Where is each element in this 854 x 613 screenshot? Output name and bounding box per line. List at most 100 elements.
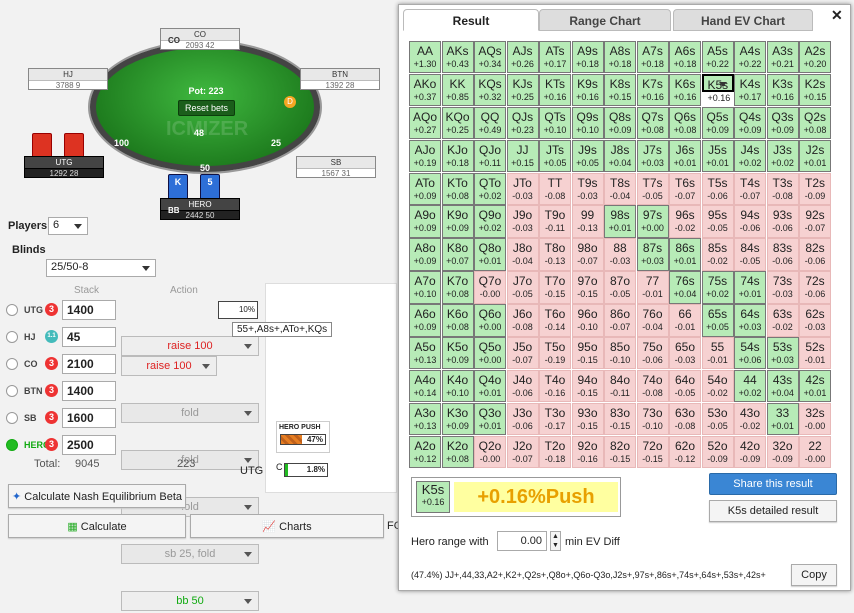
hand-cell[interactable]: Q6o +0.00 bbox=[474, 304, 506, 337]
hand-cell[interactable]: 99 -0.13 bbox=[571, 205, 604, 238]
hand-cell[interactable]: J9o -0.03 bbox=[506, 205, 539, 238]
hand-cell[interactable]: A8s +0.18 bbox=[604, 41, 636, 74]
hand-cell[interactable]: KJs +0.25 bbox=[506, 73, 539, 107]
hand-cell[interactable]: AKo +0.37 bbox=[409, 73, 441, 107]
range-pct[interactable]: 10% bbox=[218, 301, 258, 319]
hand-cell[interactable]: K2o +0.08 bbox=[441, 435, 474, 469]
hand-cell[interactable]: K6o +0.08 bbox=[441, 304, 474, 337]
hand-cell[interactable]: 84s -0.05 bbox=[734, 238, 766, 271]
hand-cell[interactable]: 93s -0.06 bbox=[766, 205, 799, 238]
hand-cell[interactable]: 73s -0.03 bbox=[766, 271, 799, 304]
hand-cell[interactable]: 32s -0.00 bbox=[799, 402, 831, 436]
hand-cell[interactable]: 93o -0.15 bbox=[571, 402, 604, 436]
hand-cell[interactable]: 94o -0.15 bbox=[571, 369, 604, 403]
hand-cell[interactable]: J3o -0.06 bbox=[506, 402, 539, 436]
hand-cell[interactable]: 32o -0.09 bbox=[766, 435, 799, 469]
hand-cell[interactable]: T2o -0.18 bbox=[539, 435, 571, 469]
hand-cell[interactable]: Q8o +0.01 bbox=[474, 238, 506, 271]
hand-cell[interactable]: J2o -0.07 bbox=[506, 435, 539, 469]
hand-cell[interactable]: T6s -0.07 bbox=[669, 172, 701, 205]
action-select[interactable]: bb 50 bbox=[121, 591, 259, 611]
hand-cell[interactable]: 63s -0.02 bbox=[766, 304, 799, 337]
hand-cell[interactable]: T9s -0.03 bbox=[571, 172, 604, 205]
seat-sb[interactable]: SB 1567 31 bbox=[296, 156, 376, 178]
hand-cell[interactable]: AJs +0.26 bbox=[506, 41, 539, 74]
hand-cell[interactable]: K5o +0.09 bbox=[441, 337, 474, 370]
seat-radio[interactable] bbox=[6, 412, 18, 424]
seat-utg[interactable]: UTG 1292 28 bbox=[24, 156, 104, 178]
hand-cell[interactable]: 82s -0.06 bbox=[799, 238, 831, 271]
hand-cell[interactable]: A7s +0.18 bbox=[636, 41, 669, 74]
hand-cell[interactable]: Q4o +0.01 bbox=[474, 369, 506, 403]
hand-cell[interactable]: 83s -0.06 bbox=[766, 238, 799, 271]
hand-cell[interactable]: KK +0.85 bbox=[441, 73, 474, 107]
hand-cell[interactable]: A7o +0.10 bbox=[409, 271, 441, 304]
hand-cell[interactable]: 72o -0.15 bbox=[636, 435, 669, 469]
hand-cell[interactable]: 98o -0.07 bbox=[571, 238, 604, 271]
hand-cell[interactable]: A8o +0.09 bbox=[409, 238, 441, 271]
hand-cell[interactable]: 52s -0.01 bbox=[799, 337, 831, 370]
hand-cell[interactable]: Q2s +0.08 bbox=[799, 106, 831, 140]
hand-cell[interactable]: 84o -0.11 bbox=[604, 369, 636, 403]
hand-cell[interactable]: 75o -0.06 bbox=[636, 337, 669, 370]
hand-cell[interactable]: K9o +0.09 bbox=[441, 205, 474, 238]
hand-cell[interactable]: KQs +0.32 bbox=[474, 73, 506, 107]
action-select[interactable]: raise 100 bbox=[121, 336, 259, 356]
hand-cell[interactable]: 92o -0.16 bbox=[571, 435, 604, 469]
hand-cell[interactable]: K7o +0.08 bbox=[441, 271, 474, 304]
hand-cell[interactable]: ATs +0.17 bbox=[539, 41, 571, 74]
blinds-select[interactable]: 25/50-8 bbox=[46, 259, 156, 277]
hand-cell[interactable]: 64s +0.03 bbox=[734, 304, 766, 337]
hand-cell[interactable]: Q7o -0.00 bbox=[474, 271, 506, 304]
seat-radio[interactable] bbox=[6, 385, 18, 397]
hand-cell[interactable]: 77 -0.01 bbox=[636, 271, 669, 304]
hand-cell[interactable]: Q3s +0.09 bbox=[766, 106, 799, 140]
hand-cell[interactable]: T2s -0.09 bbox=[799, 172, 831, 205]
hand-cell[interactable]: A6s +0.18 bbox=[669, 41, 701, 74]
hand-cell[interactable]: JJ +0.15 bbox=[506, 139, 539, 173]
hand-cell[interactable]: 63o -0.08 bbox=[669, 402, 701, 436]
tab-result[interactable]: Result bbox=[403, 9, 539, 31]
hand-cell[interactable]: J6o -0.08 bbox=[506, 304, 539, 337]
hand-cell[interactable]: 87o -0.05 bbox=[604, 271, 636, 304]
hand-cell[interactable]: 82o -0.15 bbox=[604, 435, 636, 469]
hand-cell[interactable]: KTs +0.16 bbox=[539, 73, 571, 107]
hand-cell[interactable]: K8o +0.07 bbox=[441, 238, 474, 271]
hand-cell[interactable]: ATo +0.09 bbox=[409, 172, 441, 205]
hand-cell[interactable]: KQo +0.25 bbox=[441, 106, 474, 140]
hand-cell[interactable]: 22 -0.00 bbox=[799, 435, 831, 469]
hand-cell[interactable]: 76o -0.04 bbox=[636, 304, 669, 337]
hand-cell[interactable]: 72s -0.06 bbox=[799, 271, 831, 304]
action-select[interactable]: raise 100 bbox=[121, 356, 217, 376]
seat-radio[interactable] bbox=[6, 304, 18, 316]
stack-input[interactable]: 1400 bbox=[62, 300, 116, 320]
hand-cell[interactable]: 62s -0.03 bbox=[799, 304, 831, 337]
hand-cell[interactable]: A6o +0.09 bbox=[409, 304, 441, 337]
hand-cell[interactable]: Q5s +0.09 bbox=[701, 106, 734, 140]
hand-cell[interactable]: J6s +0.01 bbox=[669, 139, 701, 173]
hand-cell[interactable]: 53s +0.03 bbox=[766, 337, 799, 370]
hand-cell[interactable]: AQo +0.27 bbox=[409, 106, 441, 140]
seat-radio[interactable] bbox=[6, 358, 18, 370]
hand-cell[interactable]: A9o +0.09 bbox=[409, 205, 441, 238]
seat-hj[interactable]: HJ 3788 9 bbox=[28, 68, 108, 90]
copy-button[interactable]: Copy bbox=[791, 564, 837, 586]
hand-cell[interactable]: A9s +0.18 bbox=[571, 41, 604, 74]
hand-cell[interactable]: 98s +0.01 bbox=[604, 205, 636, 238]
hand-cell[interactable]: T3s -0.08 bbox=[766, 172, 799, 205]
hand-cell[interactable]: T8s -0.04 bbox=[604, 172, 636, 205]
hand-cell[interactable]: 87s +0.03 bbox=[636, 238, 669, 271]
hand-cell[interactable]: T6o -0.14 bbox=[539, 304, 571, 337]
hand-cell[interactable]: QJs +0.23 bbox=[506, 106, 539, 140]
hand-cell[interactable]: J7s +0.03 bbox=[636, 139, 669, 173]
hand-cell[interactable]: 54s +0.06 bbox=[734, 337, 766, 370]
hand-cell[interactable]: 66 -0.01 bbox=[669, 304, 701, 337]
reset-bets-button[interactable]: Reset bets bbox=[178, 100, 236, 116]
hand-cell[interactable]: 62o -0.12 bbox=[669, 435, 701, 469]
hand-cell[interactable]: 52o -0.09 bbox=[701, 435, 734, 469]
seat-radio[interactable] bbox=[6, 331, 18, 343]
hand-cell[interactable]: K2s +0.15 bbox=[799, 73, 831, 107]
hand-cell[interactable]: AJo +0.19 bbox=[409, 139, 441, 173]
hand-cell[interactable]: 43o -0.02 bbox=[734, 402, 766, 436]
hand-cell[interactable]: JTo -0.03 bbox=[506, 172, 539, 205]
